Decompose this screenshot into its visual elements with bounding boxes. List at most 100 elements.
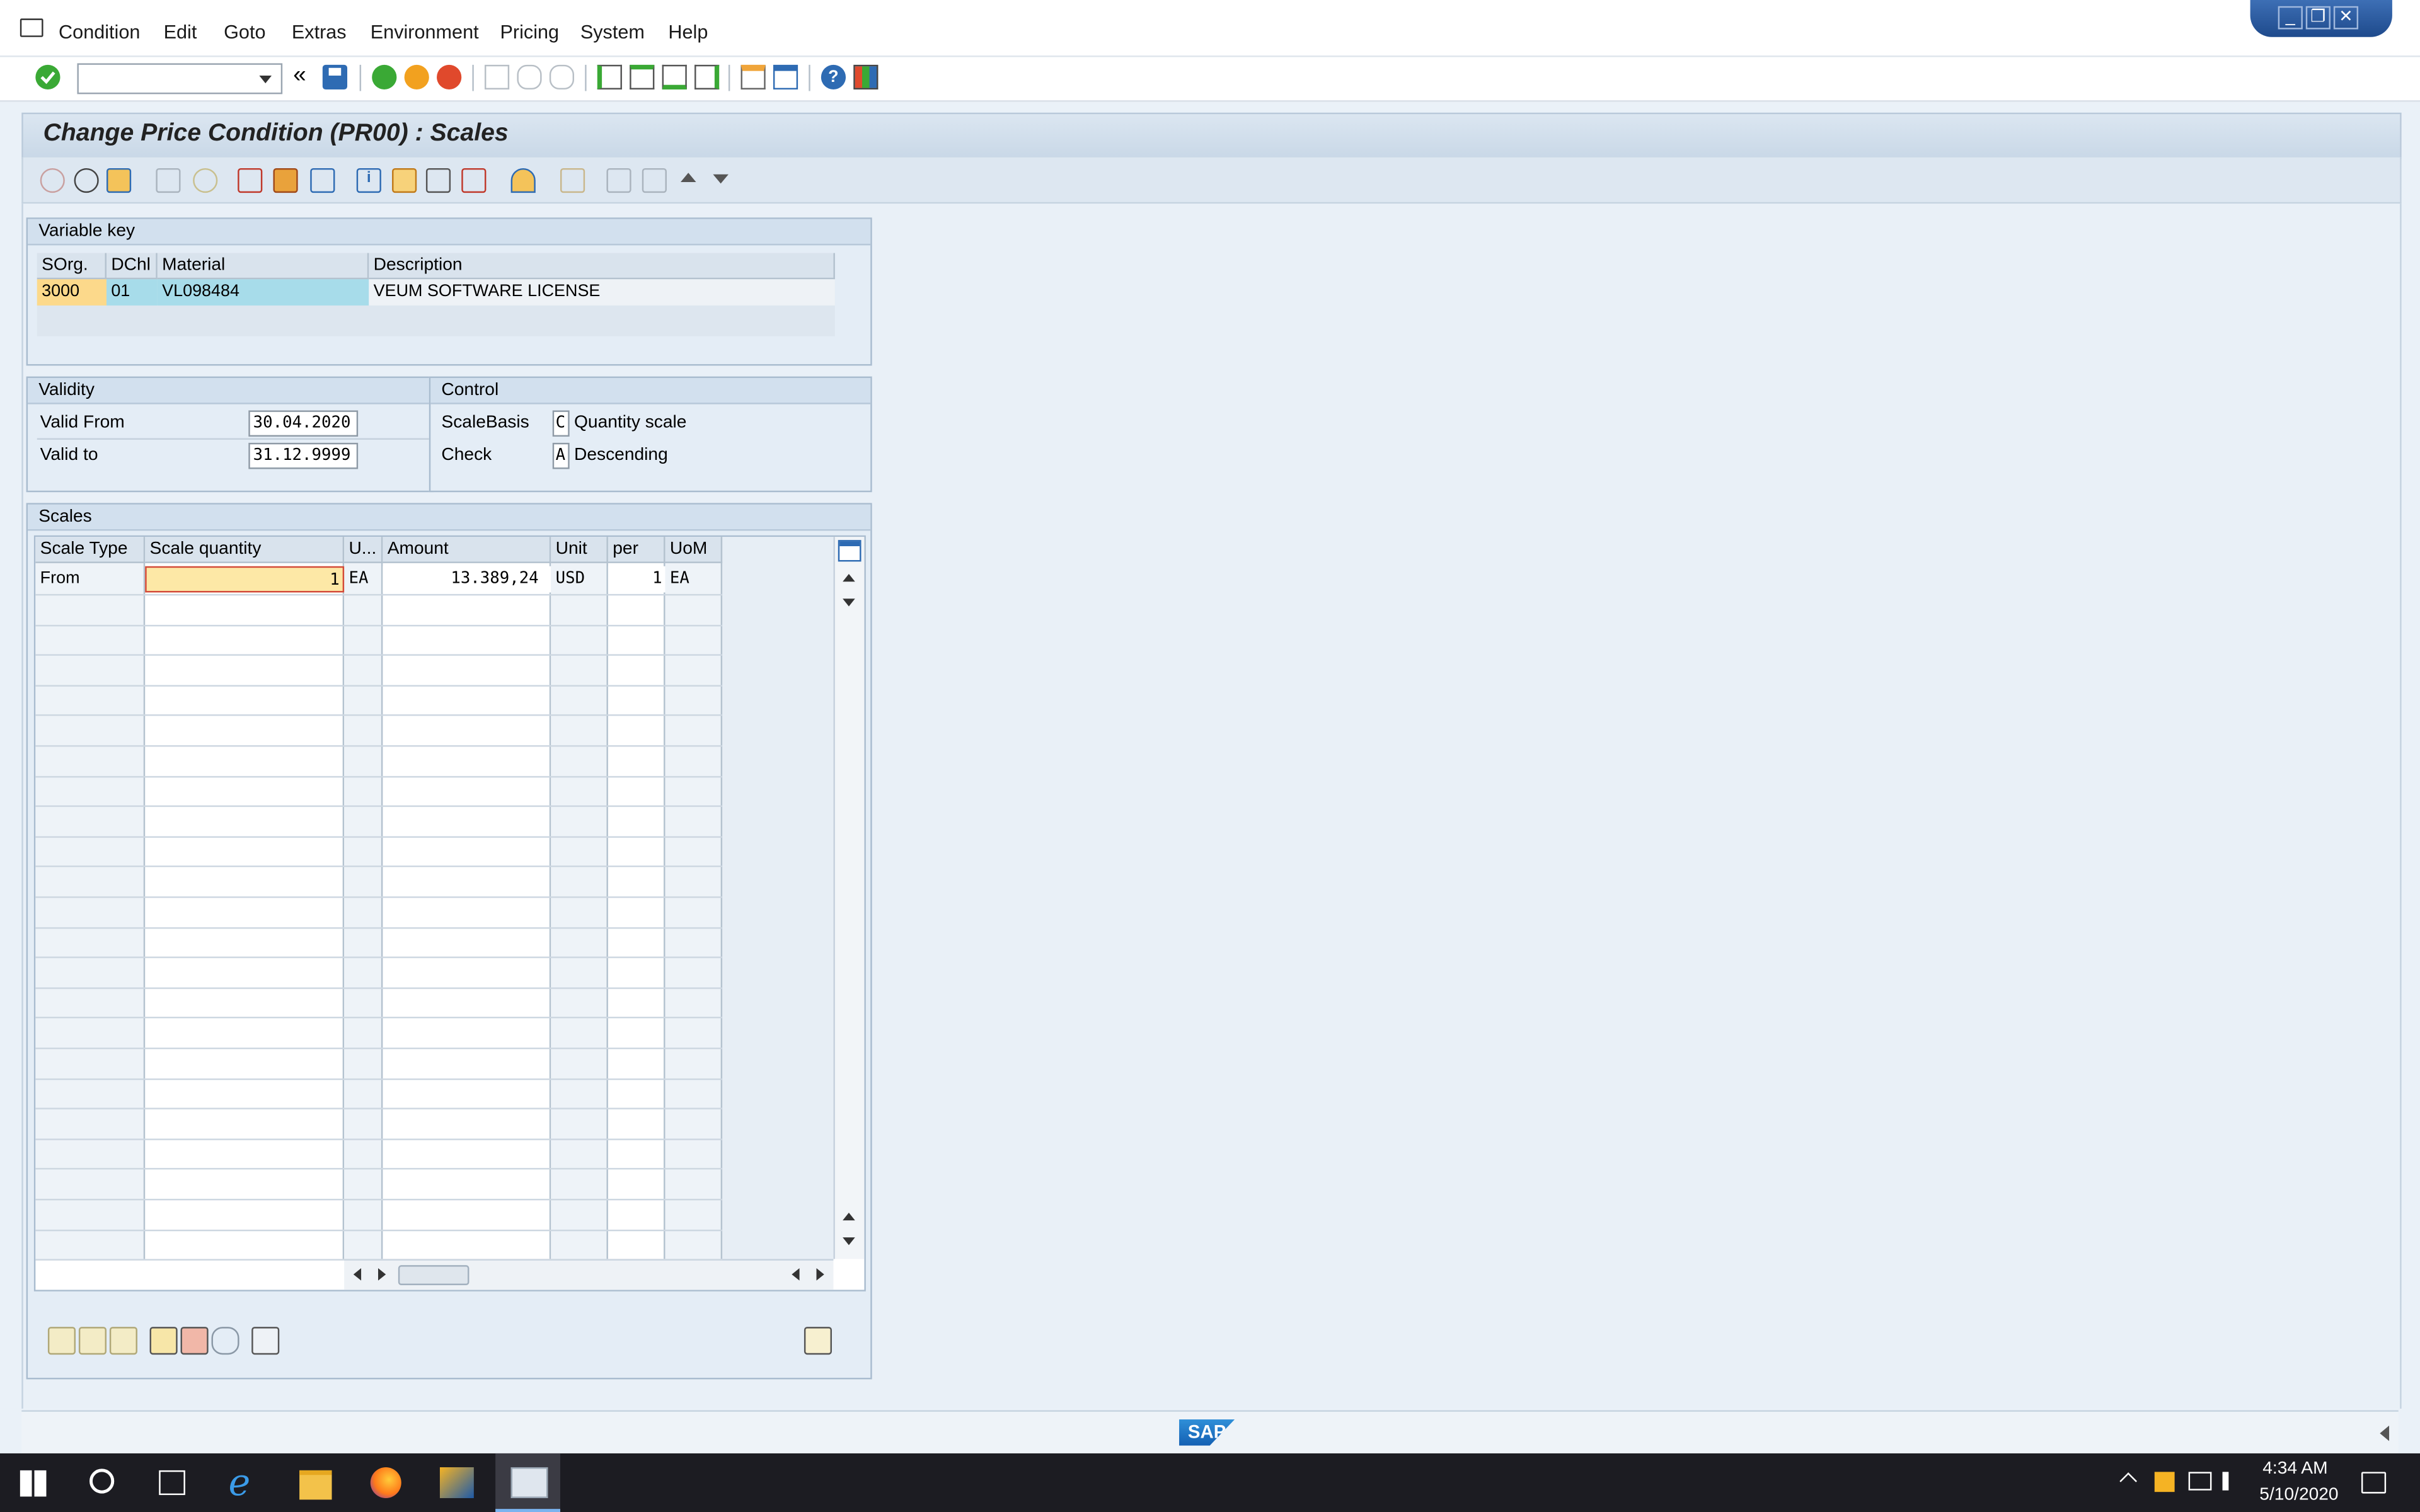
copy-icon[interactable] <box>156 168 181 193</box>
tray-app-icon[interactable] <box>2154 1472 2175 1492</box>
restore-button[interactable]: ❐ <box>2305 6 2331 30</box>
network-icon[interactable] <box>2188 1472 2212 1491</box>
help-icon[interactable]: ? <box>821 64 846 90</box>
cancel-icon[interactable] <box>437 64 462 90</box>
scroll-left-icon[interactable] <box>353 1268 362 1281</box>
vertical-scrollbar[interactable] <box>833 537 865 1259</box>
menu-extras[interactable]: Extras <box>292 21 347 43</box>
insert-row-icon[interactable] <box>149 1327 178 1355</box>
double-chevron-left-icon[interactable]: « <box>293 63 318 89</box>
menu-condition[interactable]: Condition <box>59 21 140 43</box>
file-explorer-icon[interactable] <box>299 1470 332 1500</box>
firefox-icon[interactable] <box>370 1467 401 1498</box>
scroll-page-up-icon[interactable] <box>843 1212 855 1221</box>
horizontal-scrollbar[interactable] <box>344 1259 834 1290</box>
status-expand-icon[interactable] <box>2380 1425 2390 1441</box>
triangle-down-icon[interactable] <box>713 174 729 184</box>
free-goods-icon[interactable] <box>273 168 298 193</box>
header-uom[interactable]: UoM <box>665 537 723 563</box>
header-scale-type[interactable]: Scale Type <box>35 537 146 563</box>
volume-icon[interactable] <box>2222 1472 2241 1491</box>
menu-goto[interactable]: Goto <box>224 21 265 43</box>
triangle-up-icon[interactable] <box>681 173 696 182</box>
import-icon[interactable] <box>642 168 667 193</box>
cell-amount[interactable]: 13.389,24 <box>383 566 551 593</box>
last-page-icon[interactable] <box>694 64 720 90</box>
info-icon[interactable]: i <box>356 168 381 193</box>
upload-icon[interactable] <box>560 168 585 193</box>
scroll-thumb[interactable] <box>398 1265 470 1285</box>
scale-basis-field[interactable]: C <box>552 410 570 437</box>
environment-icon[interactable] <box>510 168 536 193</box>
save-icon[interactable] <box>322 64 348 90</box>
next-page-icon[interactable] <box>662 64 687 90</box>
scroll-left-end-icon[interactable] <box>792 1268 800 1281</box>
command-field[interactable] <box>77 63 283 94</box>
select-block-icon[interactable] <box>78 1327 107 1355</box>
header-currency[interactable]: Unit <box>551 537 608 563</box>
hierarchy-icon[interactable] <box>392 168 417 193</box>
menu-edit[interactable]: Edit <box>164 21 197 43</box>
scale-basis-text: Quantity scale <box>574 413 687 432</box>
valid-to-field[interactable]: 31.12.9999 <box>248 442 359 469</box>
menu-pricing[interactable]: Pricing <box>500 21 559 43</box>
sap-logon-icon[interactable] <box>439 1467 474 1498</box>
display-change-icon[interactable] <box>40 168 65 193</box>
menu-help[interactable]: Help <box>668 21 708 43</box>
scroll-page-down-icon[interactable] <box>843 1237 855 1246</box>
deselect-all-icon[interactable] <box>109 1327 137 1355</box>
link-icon[interactable] <box>425 168 451 193</box>
scroll-right-end-icon[interactable] <box>816 1268 824 1281</box>
task-view-icon[interactable] <box>159 1470 185 1496</box>
shortcut-icon[interactable] <box>773 64 798 90</box>
cell-scale-quantity[interactable]: 1 <box>145 566 345 593</box>
scales-icon[interactable] <box>106 168 132 193</box>
zoom-icon[interactable] <box>74 168 99 193</box>
search-icon[interactable] <box>89 1469 115 1494</box>
table-settings-icon[interactable] <box>838 540 861 562</box>
close-button[interactable]: ✕ <box>2333 6 2359 30</box>
header-per[interactable]: per <box>608 537 666 563</box>
undo-icon[interactable] <box>211 1327 239 1355</box>
previous-page-icon[interactable] <box>630 64 655 90</box>
header-amount[interactable]: Amount <box>383 537 551 563</box>
details-icon[interactable] <box>251 1327 280 1355</box>
tray-chevron-icon[interactable] <box>2119 1472 2137 1490</box>
minimize-button[interactable]: _ <box>2278 6 2303 30</box>
cell-currency[interactable]: USD <box>551 566 608 593</box>
delete-row-icon[interactable] <box>180 1327 209 1355</box>
header-scale-quantity[interactable]: Scale quantity <box>145 537 345 563</box>
windows-start-icon[interactable] <box>20 1470 47 1497</box>
scroll-up-icon[interactable] <box>843 574 855 582</box>
back-icon[interactable] <box>372 64 397 90</box>
cell-per[interactable]: 1 <box>608 566 666 593</box>
overview-icon[interactable] <box>238 168 263 193</box>
valid-from-field[interactable]: 30.04.2020 <box>248 410 359 437</box>
new-document-icon[interactable] <box>804 1327 832 1355</box>
find-next-icon[interactable] <box>549 64 575 90</box>
menu-system[interactable]: System <box>580 21 645 43</box>
first-page-icon[interactable] <box>597 64 622 90</box>
scroll-down-icon[interactable] <box>843 598 855 607</box>
scroll-right-icon[interactable] <box>378 1268 386 1281</box>
print-icon[interactable] <box>484 64 510 90</box>
cell-uom[interactable]: EA <box>666 566 723 593</box>
cell-unit[interactable]: EA <box>344 566 383 593</box>
edit-icon[interactable] <box>310 168 335 193</box>
exit-icon[interactable] <box>404 64 429 90</box>
header-unit[interactable]: U... <box>344 537 383 563</box>
notifications-icon[interactable] <box>2361 1472 2387 1494</box>
export-icon[interactable] <box>606 168 631 193</box>
select-all-icon[interactable] <box>47 1327 76 1355</box>
create-session-icon[interactable] <box>740 64 766 90</box>
delete-link-icon[interactable] <box>461 168 487 193</box>
sap-menu-icon[interactable] <box>20 18 43 37</box>
refresh-icon[interactable] <box>193 168 218 193</box>
find-icon[interactable] <box>517 64 542 90</box>
menu-environment[interactable]: Environment <box>371 21 479 43</box>
check-field[interactable]: A <box>552 442 570 469</box>
customize-layout-icon[interactable] <box>853 64 879 90</box>
sap-gui-icon[interactable] <box>510 1467 548 1498</box>
internet-explorer-icon[interactable]: e <box>228 1464 262 1501</box>
enter-icon[interactable] <box>35 64 60 90</box>
